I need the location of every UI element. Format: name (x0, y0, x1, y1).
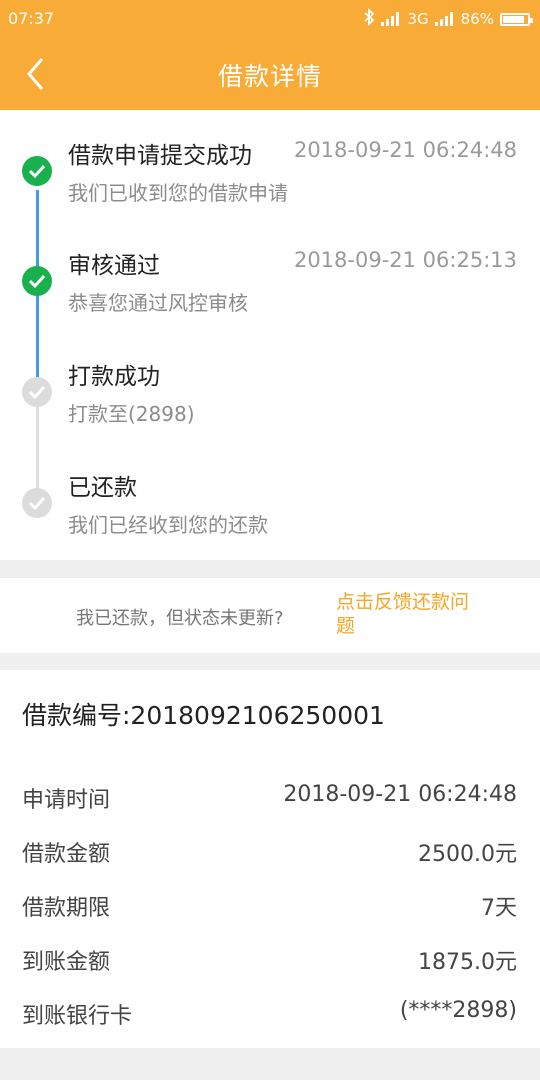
status-bar: 07:37 3G 86% (0, 0, 540, 38)
step-title: 借款申请提交成功 (68, 143, 252, 169)
detail-label: 借款期限 (22, 896, 111, 921)
loan-progress-timeline: 借款申请提交成功 2018-09-21 06:24:48 我们已收到您的借款申请… (0, 110, 540, 560)
loan-number: 借款编号:2018092106250001 (22, 701, 385, 730)
detail-row: 到账银行卡 (****2898) (0, 990, 540, 1030)
detail-row: 借款期限 7天 (0, 882, 540, 922)
timeline-step: 借款申请提交成功 2018-09-21 06:24:48 我们已收到您的借款申请 (0, 110, 540, 220)
detail-label: 借款金额 (22, 842, 111, 867)
battery-percent: 86% (460, 10, 494, 28)
detail-value: 7天 (481, 896, 517, 921)
step-description: 我们已收到您的借款申请 (68, 181, 288, 205)
step-title: 审核通过 (68, 253, 160, 279)
detail-value: (****2898) (399, 998, 517, 1023)
page-title: 借款详情 (217, 62, 322, 91)
detail-value: 1875.0元 (418, 950, 517, 975)
detail-value: 2018-09-21 06:24:48 (283, 782, 517, 807)
detail-label: 到账金额 (22, 950, 111, 975)
network-type-1: 3G (407, 10, 429, 28)
step-description: 我们已经收到您的还款 (68, 513, 268, 537)
detail-label: 到账银行卡 (22, 1004, 133, 1029)
step-title: 打款成功 (68, 364, 160, 390)
step-time: 2018-09-21 06:25:13 (293, 248, 517, 272)
check-circle-pending-icon (22, 377, 52, 407)
app-header: 借款详情 (0, 38, 540, 110)
feedback-question: 我已还款，但状态未更新? (76, 608, 284, 629)
feedback-link[interactable]: 点击反馈还款问题 (336, 590, 476, 638)
check-circle-icon (22, 156, 52, 186)
step-description: 打款至(2898) (68, 402, 195, 426)
status-icons: 3G 86% (363, 7, 533, 30)
battery-icon (500, 12, 533, 26)
check-circle-icon (22, 266, 52, 296)
repayment-feedback-bar: 我已还款，但状态未更新? 点击反馈还款问题 (0, 578, 540, 653)
step-time: 2018-09-21 06:24:48 (293, 138, 517, 162)
detail-row: 借款金额 2500.0元 (0, 828, 540, 868)
bluetooth-icon (363, 7, 375, 30)
signal-icon-1 (381, 12, 401, 26)
detail-value: 2500.0元 (418, 842, 517, 867)
status-time: 07:37 (8, 9, 55, 28)
detail-label: 申请时间 (22, 788, 111, 813)
loan-details-card: 借款编号:2018092106250001 申请时间 2018-09-21 06… (0, 670, 540, 1048)
timeline-step: 打款成功 打款至(2898) (0, 331, 540, 441)
timeline-step: 已还款 我们已经收到您的还款 (0, 442, 540, 552)
step-description: 恭喜您通过风控审核 (68, 291, 248, 315)
signal-icon-2 (434, 12, 455, 26)
step-title: 已还款 (68, 475, 137, 501)
timeline-step: 审核通过 2018-09-21 06:25:13 恭喜您通过风控审核 (0, 220, 540, 330)
check-circle-pending-icon (22, 488, 52, 518)
detail-row: 申请时间 2018-09-21 06:24:48 (0, 774, 540, 814)
detail-row: 到账金额 1875.0元 (0, 936, 540, 976)
